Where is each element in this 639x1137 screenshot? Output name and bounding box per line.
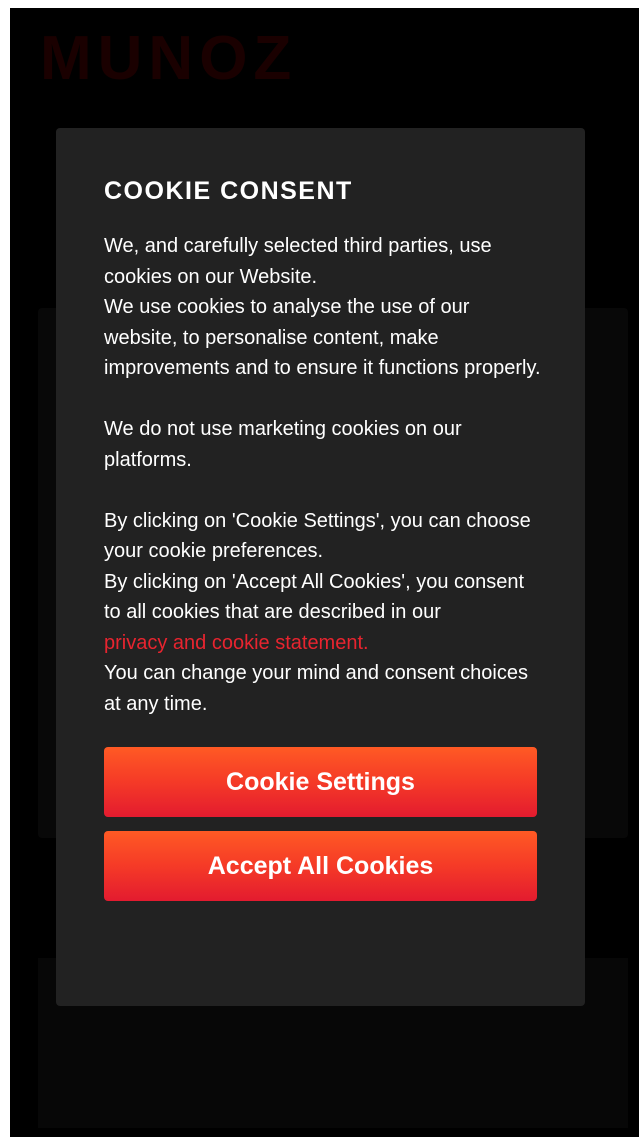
cookie-consent-modal: COOKIE CONSENT We, and carefully selecte…	[56, 128, 585, 1006]
consent-text-marketing: We do not use marketing cookies on our p…	[104, 418, 462, 471]
modal-title: COOKIE CONSENT	[104, 177, 353, 205]
consent-text-settings-info: By clicking on 'Cookie Settings', you ca…	[104, 509, 531, 563]
cookie-settings-button[interactable]: Cookie Settings	[104, 747, 537, 817]
consent-text-change-mind: You can change your mind and consent cho…	[104, 662, 528, 715]
privacy-statement-link[interactable]: privacy and cookie statement.	[104, 632, 369, 654]
brand-logo: MUNOZ	[40, 24, 298, 93]
modal-body: We, and carefully selected third parties…	[104, 231, 544, 719]
consent-text-accept-info: By clicking on 'Accept All Cookies', you…	[104, 570, 525, 624]
consent-text-intro: We, and carefully selected third parties…	[104, 235, 492, 288]
consent-text-purpose: We use cookies to analyse the use of our…	[104, 296, 541, 379]
accept-all-cookies-button[interactable]: Accept All Cookies	[104, 831, 537, 901]
